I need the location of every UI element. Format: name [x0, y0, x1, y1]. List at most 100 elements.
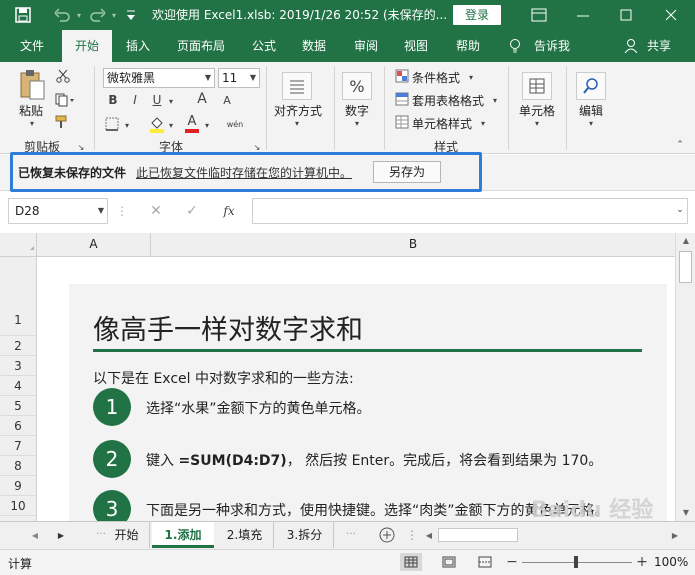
- enter-icon[interactable]: ✓: [184, 202, 200, 220]
- row-header[interactable]: 7: [0, 436, 36, 456]
- row-header[interactable]: 8: [0, 456, 36, 476]
- cell-styles-icon[interactable]: [394, 114, 410, 130]
- underline-button[interactable]: U: [150, 92, 164, 108]
- chevron-down-icon[interactable]: ▾: [466, 72, 476, 82]
- chevron-down-icon[interactable]: ▾: [166, 120, 176, 130]
- tab-help[interactable]: 帮助: [446, 30, 490, 62]
- column-header[interactable]: A: [37, 233, 151, 256]
- chevron-down-icon[interactable]: ▾: [26, 118, 38, 128]
- scroll-up-icon[interactable]: ▲: [681, 235, 691, 245]
- table-format-button[interactable]: 套用表格格式: [412, 92, 484, 109]
- tab-data[interactable]: 数据: [294, 30, 334, 62]
- search-icon[interactable]: [576, 72, 606, 100]
- align-icon[interactable]: [282, 72, 312, 100]
- row-header[interactable]: 9: [0, 476, 36, 496]
- scroll-left-icon[interactable]: ◀: [424, 530, 434, 540]
- save-icon[interactable]: [14, 6, 32, 24]
- sheet-tab[interactable]: 开始: [104, 522, 150, 548]
- formula-input[interactable]: [252, 198, 688, 224]
- cells-button[interactable]: 单元格: [514, 102, 560, 119]
- tab-review[interactable]: 审阅: [346, 30, 386, 62]
- insert-function-icon[interactable]: fx: [220, 202, 238, 220]
- tab-file[interactable]: 文件: [8, 30, 56, 62]
- cells-icon[interactable]: [522, 72, 552, 100]
- row-header[interactable]: 3: [0, 356, 36, 376]
- scroll-right-icon[interactable]: ▶: [56, 530, 66, 540]
- italic-button[interactable]: I: [128, 92, 142, 108]
- conditional-format-icon[interactable]: [394, 68, 410, 84]
- chevron-down-icon[interactable]: ▼: [98, 199, 104, 223]
- chevron-down-icon[interactable]: ▾: [292, 118, 302, 128]
- name-box[interactable]: D28 ▼: [8, 198, 108, 224]
- add-sheet-icon[interactable]: [378, 526, 396, 544]
- table-format-icon[interactable]: [394, 91, 410, 107]
- zoom-in-icon[interactable]: +: [636, 554, 648, 570]
- dialog-launcher-icon[interactable]: ↘: [76, 142, 86, 152]
- chevron-down-icon[interactable]: ▾: [490, 95, 500, 105]
- maximize-icon[interactable]: [617, 7, 635, 23]
- page-break-view-icon[interactable]: [474, 553, 496, 571]
- drag-handle-icon[interactable]: ⋮: [406, 526, 418, 544]
- grow-font-button[interactable]: A: [194, 90, 210, 108]
- cell-styles-button[interactable]: 单元格样式: [412, 115, 472, 132]
- row-header[interactable]: 1: [0, 257, 36, 336]
- sheet-tab-active[interactable]: 1.添加: [152, 522, 214, 548]
- tell-me-box[interactable]: 告诉我: [530, 30, 574, 62]
- scroll-right-icon[interactable]: ▶: [670, 530, 680, 540]
- dropdown-icon[interactable]: ▾: [110, 10, 118, 20]
- borders-icon[interactable]: [104, 116, 120, 132]
- scroll-left-icon[interactable]: ◀: [30, 530, 40, 540]
- zoom-out-icon[interactable]: −: [506, 554, 518, 570]
- page-layout-view-icon[interactable]: [438, 553, 460, 571]
- chevron-down-icon[interactable]: ▾: [352, 118, 362, 128]
- copy-icon[interactable]: [54, 92, 76, 108]
- chevron-down-icon[interactable]: ▾: [478, 118, 488, 128]
- select-all[interactable]: [0, 233, 37, 256]
- collapse-ribbon-icon[interactable]: ⌃: [674, 140, 686, 150]
- chevron-down-icon[interactable]: ▼: [250, 69, 256, 87]
- chevron-down-icon[interactable]: ▼: [205, 69, 211, 87]
- tab-insert[interactable]: 插入: [116, 30, 160, 62]
- cut-icon[interactable]: [54, 68, 72, 84]
- zoom-slider-thumb[interactable]: [574, 556, 578, 568]
- paste-label[interactable]: 粘贴: [14, 102, 48, 119]
- chevron-down-icon[interactable]: ▾: [166, 96, 176, 106]
- dropdown-icon[interactable]: ▾: [75, 10, 83, 20]
- more-sheets-icon[interactable]: …: [96, 526, 106, 544]
- redo-icon[interactable]: [88, 6, 108, 24]
- drag-handle-icon[interactable]: ⋮: [116, 202, 128, 220]
- more-sheets-icon[interactable]: …: [346, 526, 356, 544]
- percent-icon[interactable]: %: [342, 72, 372, 100]
- scroll-thumb[interactable]: [679, 251, 692, 283]
- sheet-tab[interactable]: 3.拆分: [276, 522, 334, 548]
- row-header[interactable]: 2: [0, 336, 36, 356]
- row-header[interactable]: 10: [0, 496, 36, 516]
- cancel-icon[interactable]: ✕: [148, 202, 164, 220]
- undo-icon[interactable]: [52, 6, 72, 24]
- row-header[interactable]: 5: [0, 396, 36, 416]
- share-button[interactable]: 共享: [642, 30, 676, 62]
- bold-button[interactable]: B: [106, 92, 120, 108]
- customize-toolbar-icon[interactable]: [124, 7, 138, 23]
- shrink-font-button[interactable]: A: [220, 92, 234, 108]
- sheet-tab[interactable]: 2.填充: [216, 522, 274, 548]
- paste-icon[interactable]: [16, 68, 48, 102]
- chevron-down-icon[interactable]: ▾: [532, 118, 542, 128]
- login-button[interactable]: 登录: [453, 5, 501, 25]
- horizontal-scroll-thumb[interactable]: [438, 528, 518, 542]
- number-button[interactable]: 数字: [338, 102, 376, 119]
- tab-page-layout[interactable]: 页面布局: [168, 30, 234, 62]
- dialog-launcher-icon[interactable]: ↘: [252, 142, 262, 152]
- normal-view-icon[interactable]: [400, 553, 422, 571]
- conditional-format-button[interactable]: 条件格式: [412, 69, 460, 86]
- column-header[interactable]: B: [151, 233, 675, 256]
- row-header[interactable]: 6: [0, 416, 36, 436]
- alignment-button[interactable]: 对齐方式: [268, 102, 328, 119]
- chevron-down-icon[interactable]: ▾: [202, 120, 212, 130]
- editing-button[interactable]: 编辑: [572, 102, 610, 119]
- zoom-level[interactable]: 100%: [654, 555, 688, 569]
- row-header[interactable]: 4: [0, 376, 36, 396]
- font-color-icon[interactable]: A: [184, 112, 200, 134]
- format-painter-icon[interactable]: [54, 114, 72, 130]
- font-name-box[interactable]: 微软雅黑 ▼: [103, 68, 215, 88]
